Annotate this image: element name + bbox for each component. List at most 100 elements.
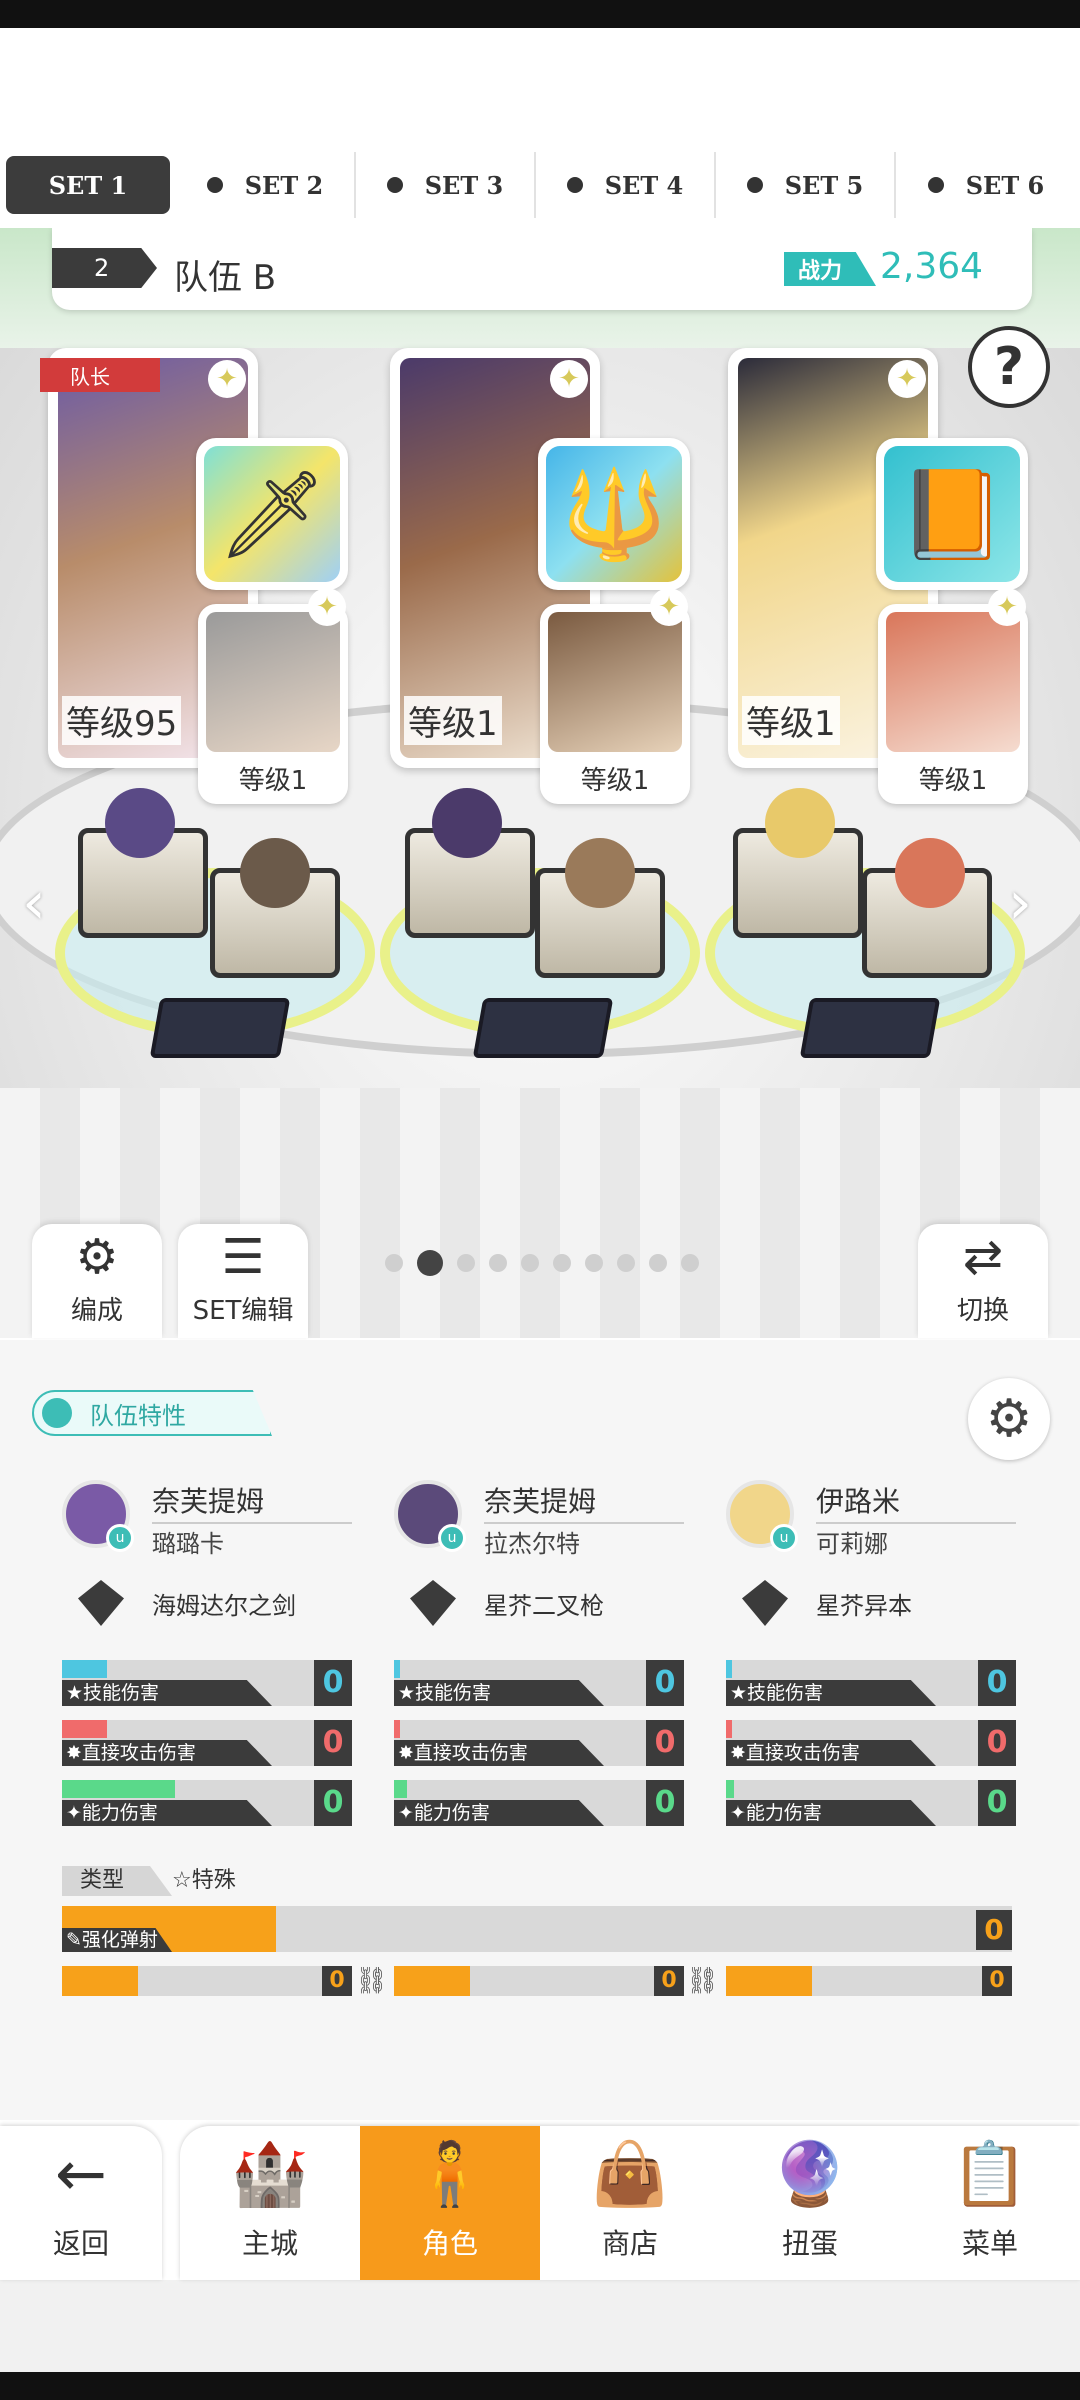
character-card-3[interactable]: 等级1 ✦ 📙 等级1 ✦ (728, 348, 1038, 808)
team-header[interactable]: 2 队伍 B 战力 2,364 (52, 228, 1032, 310)
member-avatar[interactable]: u (394, 1480, 466, 1552)
tab-set-4[interactable]: SET 4 (536, 152, 716, 218)
page-dot[interactable] (489, 1254, 507, 1272)
weapon-slot[interactable]: 🔱 (538, 438, 690, 590)
direct-damage-stat: ✸直接攻击伤害 0 (62, 1720, 352, 1766)
sub-bar-1: 0 (62, 1966, 352, 1996)
chibi-sprite[interactable] (240, 838, 310, 908)
stat-label: ✸直接攻击伤害 (62, 1740, 272, 1766)
tab-set-1[interactable]: SET 1 (6, 156, 170, 214)
support-badge-icon: u (770, 1524, 798, 1552)
stat-label: ✸直接攻击伤害 (394, 1740, 604, 1766)
weapon-slot[interactable]: 📙 (876, 438, 1028, 590)
character-card-2[interactable]: 等级1 ✦ 🔱 等级1 ✦ (390, 348, 700, 808)
stat-label: ★技能伤害 (726, 1680, 936, 1706)
ability-damage-stat: ✦能力伤害 0 (726, 1780, 1016, 1826)
member-avatar[interactable]: u (726, 1480, 798, 1552)
support-slot[interactable]: 等级1 (198, 604, 348, 804)
support-level: 等级1 (238, 766, 308, 796)
tab-label: SET 6 (965, 170, 1045, 200)
switch-button[interactable]: ⇄ 切换 (918, 1224, 1048, 1338)
stat-label: ✸直接攻击伤害 (726, 1740, 936, 1766)
member-name: 伊路米 (816, 1480, 1016, 1524)
link-icon: ⛓ (355, 1966, 389, 1996)
set-edit-button[interactable]: ☰ SET编辑 (178, 1224, 308, 1338)
next-arrow-icon[interactable]: › (1008, 868, 1032, 938)
stat-label: ✦能力伤害 (62, 1800, 272, 1826)
dot-icon (566, 177, 583, 193)
support-slot[interactable]: 等级1 (540, 604, 690, 804)
nav-label: 角色 (421, 2227, 478, 2260)
set-tabs: SET 1 SET 2 SET 3 SET 4 SET 5 SET 6 (0, 152, 1080, 218)
page-dot[interactable] (553, 1254, 571, 1272)
tab-label: SET 3 (424, 170, 504, 200)
team-info-panel: 队伍特性 ⚙ u 奈芙提姆 璐璐卡 海姆达尔之剑 ★技能伤害 0 ✸直接攻击伤害… (0, 1340, 1080, 2120)
nav-shop[interactable]: 👜 商店 (540, 2126, 720, 2280)
team-trait-button[interactable]: 队伍特性 (32, 1390, 272, 1436)
page-dot[interactable] (617, 1254, 635, 1272)
page-dot[interactable] (681, 1254, 699, 1272)
rune-pad (799, 998, 941, 1058)
support-badge-icon: u (106, 1524, 134, 1552)
weapon-slot[interactable]: 🗡 (196, 438, 348, 590)
sparkle-icon: ✦ (988, 588, 1026, 626)
stat-label: ✦能力伤害 (394, 1800, 604, 1826)
nav-castle[interactable]: 🏰 主城 (180, 2126, 360, 2280)
bar-fill (726, 1966, 812, 1996)
direct-damage-stat: ✸直接攻击伤害 0 (394, 1720, 684, 1766)
bar-label: ✎强化弹射 (62, 1928, 172, 1952)
team-number: 2 (52, 248, 157, 288)
list-icon: ☰ (221, 1229, 265, 1285)
dot-icon (746, 177, 763, 193)
character-icon: 🧍 (411, 2137, 489, 2210)
chibi-sprite[interactable] (432, 788, 502, 858)
member-name: 奈芙提姆 (484, 1480, 684, 1524)
formation-label: 编成 (70, 1296, 123, 1326)
stat-value: 0 (978, 1720, 1016, 1766)
sub-bar-value: 0 (982, 1966, 1012, 1996)
chibi-sprite[interactable] (565, 838, 635, 908)
chibi-sprite[interactable] (105, 788, 175, 858)
page-dot[interactable] (521, 1254, 539, 1272)
formation-button[interactable]: ⚙ 编成 (32, 1224, 162, 1338)
stat-label: ★技能伤害 (394, 1680, 604, 1706)
skill-damage-stat: ★技能伤害 0 (62, 1660, 352, 1706)
nav-character[interactable]: 🧍 角色 (360, 2126, 540, 2280)
support-name: 璐璐卡 (152, 1530, 224, 1558)
page-dot[interactable] (585, 1254, 603, 1272)
stat-fill (62, 1720, 108, 1738)
page-dot[interactable] (385, 1254, 403, 1272)
support-name: 可莉娜 (816, 1530, 888, 1558)
support-slot[interactable]: 等级1 (878, 604, 1028, 804)
support-portrait (548, 612, 682, 752)
nav-footer (0, 2280, 1080, 2372)
page-dot[interactable] (457, 1254, 475, 1272)
weapon-icon (742, 1580, 788, 1626)
sub-bar-2: 0 (394, 1966, 684, 1996)
power-label: 战力 (784, 252, 876, 286)
tab-set-6[interactable]: SET 6 (896, 152, 1076, 218)
page-dot[interactable] (417, 1250, 443, 1276)
tab-set-3[interactable]: SET 3 (356, 152, 536, 218)
weapon-name: 星芥二叉枪 (484, 1592, 604, 1620)
gacha-icon: 🔮 (771, 2137, 849, 2210)
chibi-sprite[interactable] (895, 838, 965, 908)
page-dot[interactable] (649, 1254, 667, 1272)
spear-icon: 🔱 (546, 446, 682, 582)
settings-button[interactable]: ⚙ (968, 1378, 1050, 1460)
back-button[interactable]: ← 返回 (0, 2126, 162, 2280)
swap-icon: ⇄ (962, 1229, 1004, 1285)
stat-fill (394, 1660, 400, 1678)
tab-set-2[interactable]: SET 2 (176, 152, 356, 218)
nav-menu[interactable]: 📋 菜单 (900, 2126, 1080, 2280)
stat-value: 0 (314, 1780, 352, 1826)
member-avatar[interactable]: u (62, 1480, 134, 1552)
chibi-sprite[interactable] (765, 788, 835, 858)
character-card-1[interactable]: 等级95 队长 ✦ 🗡 等级1 ✦ (40, 348, 358, 808)
sub-bar-3: 0 (726, 1966, 1012, 1996)
prev-arrow-icon[interactable]: ‹ (22, 868, 46, 938)
nav-gacha[interactable]: 🔮 扭蛋 (720, 2126, 900, 2280)
stat-value: 0 (646, 1720, 684, 1766)
tab-set-5[interactable]: SET 5 (716, 152, 896, 218)
book-icon: 📙 (884, 446, 1020, 582)
